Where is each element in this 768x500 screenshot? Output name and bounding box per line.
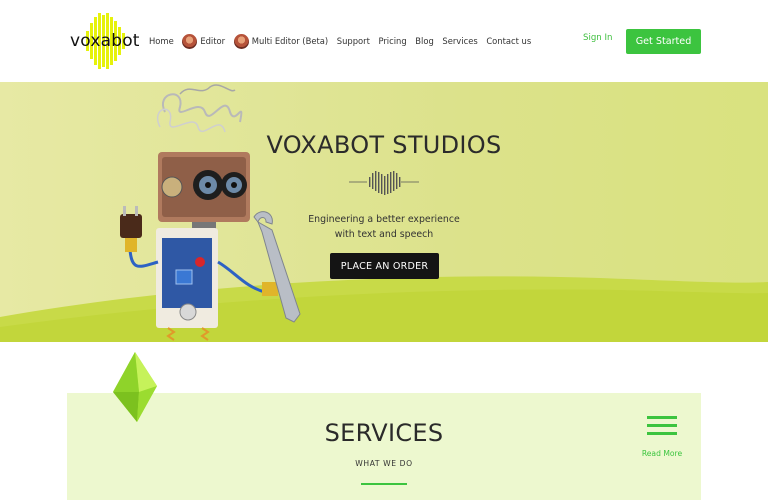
gem-icon — [113, 352, 157, 422]
read-more-link[interactable]: Read More — [637, 449, 687, 458]
nav-item-blog[interactable]: Blog — [415, 36, 434, 46]
hamburger-menu-icon[interactable] — [647, 415, 677, 437]
nav-item-label: Home — [149, 36, 174, 46]
nav-item-pricing[interactable]: Pricing — [378, 36, 406, 46]
sign-in-link[interactable]: Sign In — [583, 33, 612, 43]
hero-title: VOXABOT STUDIOS — [266, 131, 502, 159]
nav-item-multi-editor[interactable]: Multi Editor (Beta) — [233, 33, 329, 49]
hero-banner: VOXABOT STUDIOS Engineering a better exp… — [0, 82, 768, 342]
site-header: voxabot Home Editor Multi Editor (Beta) … — [0, 0, 768, 82]
nav-item-contact[interactable]: Contact us — [486, 36, 531, 46]
nav-item-home[interactable]: Home — [149, 36, 174, 46]
nav-item-label: Services — [442, 36, 478, 46]
services-section: SERVICES WHAT WE DO Read More — [67, 393, 701, 500]
nav-item-label: Multi Editor (Beta) — [251, 36, 329, 46]
hero-subtitle-line: with text and speech — [334, 229, 434, 240]
avatar — [182, 33, 198, 49]
heart-waveform-icon — [349, 171, 419, 195]
services-title: SERVICES — [324, 419, 444, 447]
nav-item-label: Blog — [415, 36, 434, 46]
get-started-button[interactable]: Get Started — [626, 29, 701, 54]
nav-item-label: Pricing — [378, 36, 407, 46]
nav-item-editor[interactable]: Editor — [182, 33, 226, 49]
place-order-button[interactable]: PLACE AN ORDER — [330, 253, 439, 279]
main-nav: Home Editor Multi Editor (Beta) Support … — [149, 32, 540, 50]
services-divider — [361, 483, 407, 485]
services-subtitle: WHAT WE DO — [355, 459, 413, 468]
hero-subtitle: Engineering a better experience with tex… — [290, 212, 478, 242]
nav-item-services[interactable]: Services — [442, 36, 477, 46]
hero-subtitle-line: Engineering a better experience — [308, 214, 460, 225]
nav-item-label: Contact us — [486, 36, 532, 46]
nav-item-support[interactable]: Support — [337, 36, 370, 46]
nav-item-label: Support — [336, 36, 370, 46]
nav-item-label: Editor — [200, 36, 226, 46]
brand-name: voxabot — [70, 31, 140, 51]
voxabot-logo[interactable]: voxabot — [70, 13, 140, 69]
avatar — [233, 33, 249, 49]
